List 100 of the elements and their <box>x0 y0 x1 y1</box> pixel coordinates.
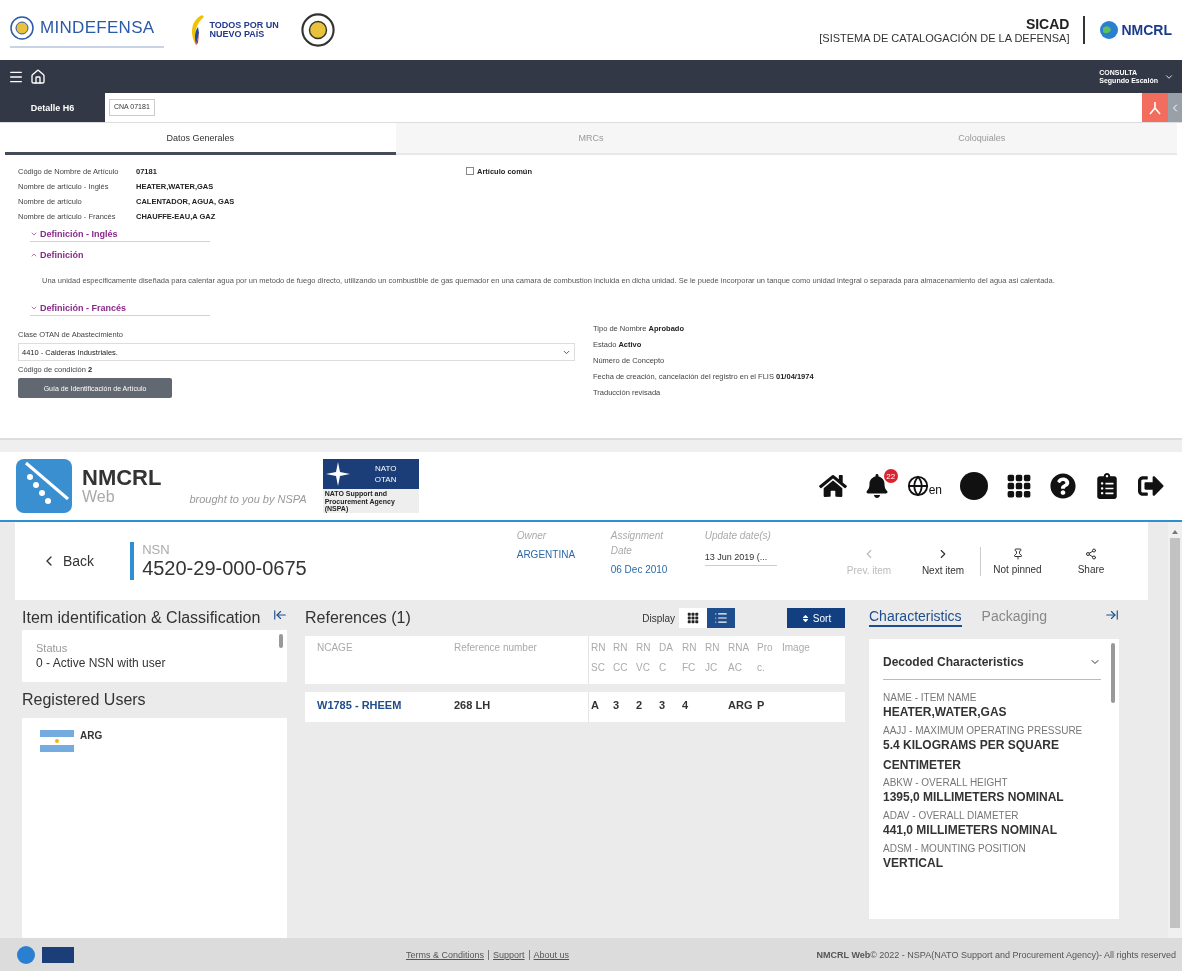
globe-icon <box>1099 20 1120 40</box>
pin-icon <box>1011 547 1024 560</box>
table-cell-text: 2 <box>635 698 644 713</box>
characteristic-name: AAJJ - MAXIMUM OPERATING PRESSURE <box>883 724 1084 736</box>
tagline: brought to you by NSPA <box>189 493 307 505</box>
update-date-select[interactable]: 13 Jun 2019 (... <box>704 549 777 566</box>
column-header: NCAGE <box>316 641 354 655</box>
column-header: RNFC <box>681 641 698 675</box>
collapse-icon[interactable] <box>1105 608 1119 622</box>
collapse-icon[interactable] <box>273 608 287 622</box>
ncage-link[interactable]: W1785 - RHEEM <box>305 692 452 722</box>
characteristic-name: ADAV - OVERALL DIAMETER <box>883 810 1020 822</box>
emblem-icon <box>10 16 34 40</box>
column-header: Reference number <box>453 641 538 655</box>
column-header: RNAAC <box>727 641 751 675</box>
column-header: Image <box>781 641 811 655</box>
meta-label: Update date(s) <box>704 529 772 543</box>
help-icon[interactable] <box>1050 473 1076 499</box>
apps-grid-icon[interactable] <box>1006 473 1032 499</box>
table-cell-text: ARG <box>727 698 754 713</box>
brand-subtitle: Web <box>82 489 116 505</box>
column-header: RNCC <box>612 641 629 675</box>
nmcrl-logo-icon <box>16 459 72 513</box>
grid-icon <box>687 612 699 624</box>
copyright-text: NMCRL Web© 2022 - NSPA(NATO Support and Procurement Agency)- All rights reserved <box>816 949 1176 960</box>
pdf-icon <box>1148 100 1162 115</box>
circle-icon[interactable] <box>960 472 988 500</box>
detail-label: Detalle H6 <box>0 93 105 122</box>
flag-icon <box>40 730 74 752</box>
back-button[interactable]: Back <box>35 552 101 570</box>
home-icon[interactable] <box>818 472 847 500</box>
panel-title: Item identification & Classification <box>22 608 261 628</box>
chevron-down-icon <box>30 230 38 238</box>
characteristic-value: HEATER,WATER,GAS <box>883 704 1008 721</box>
scroll-up-icon[interactable] <box>1172 530 1178 534</box>
scrollbar <box>1111 643 1115 703</box>
user-code: ARG <box>80 730 103 741</box>
system-subtitle: [SISTEMA DE CATALOGACIÓN DE LA DEFENSA] <box>819 32 1070 44</box>
next-button[interactable]: Next item <box>906 545 980 577</box>
list-icon <box>714 611 728 625</box>
sort-icon <box>800 613 810 623</box>
tab[interactable]: Characteristics <box>869 608 962 627</box>
characteristic-value: 441,0 MILLIMETERS NOMINAL <box>883 822 1059 840</box>
characteristics-header[interactable]: Decoded Characteristics <box>883 651 1101 680</box>
section-header[interactable]: Definición - Inglés <box>30 229 210 242</box>
meta-value: ARGENTINA <box>516 549 577 560</box>
table-cell-text: 268 LH <box>453 698 492 713</box>
chevron-down-icon <box>30 304 38 312</box>
ministry-name: MINDEFENSA <box>40 18 155 38</box>
seal-icon <box>300 13 335 47</box>
chevron-up-icon <box>30 251 38 259</box>
characteristic-value: 1395,0 MILLIMETERS NOMINAL <box>883 789 1065 807</box>
share-button[interactable]: Share <box>1054 546 1128 576</box>
panel-title: Registered Users <box>22 690 147 710</box>
footer-link[interactable]: About us <box>528 949 570 960</box>
status-label: Status <box>36 642 69 654</box>
home-icon[interactable] <box>30 68 46 85</box>
footer-link[interactable]: Support <box>488 949 525 960</box>
panel-title: References (1) <box>305 608 411 628</box>
column-header: Proc. <box>756 641 774 675</box>
table-cell: A <box>588 692 611 722</box>
partner-name: NMCRL <box>1121 22 1172 38</box>
clipboard-icon[interactable] <box>1094 473 1120 499</box>
sort-button[interactable]: Sort <box>787 608 845 628</box>
globe-icon <box>906 475 929 497</box>
scrollbar <box>279 634 283 648</box>
system-title: SICAD <box>1025 16 1070 32</box>
column-header: RNJC <box>704 641 721 675</box>
pin-button[interactable]: Not pinned <box>980 546 1054 576</box>
campaign-text: TODOS POR UN <box>209 20 279 30</box>
notification-badge: 22 <box>883 469 898 483</box>
language-button[interactable]: en <box>906 475 942 497</box>
table-cell-text: 4 <box>681 698 690 713</box>
nato-text: NATO <box>374 464 397 473</box>
meta-value: 06 Dec 2010 <box>610 564 669 575</box>
list-view-button[interactable] <box>707 608 735 628</box>
nsn-label: NSN <box>142 542 171 557</box>
status-value: 0 - Active NSN with user <box>36 656 167 670</box>
brand-name: NMCRL <box>82 467 162 489</box>
footer-logo-icon <box>16 944 76 965</box>
meta-label: Assignment Date <box>610 529 665 558</box>
nato-text: OTAN <box>374 475 397 484</box>
checkbox[interactable] <box>466 167 474 175</box>
section-header[interactable]: Definición - Francés <box>30 303 210 316</box>
section-header[interactable]: Definición <box>30 250 210 262</box>
characteristic-name: ABKW - OVERALL HEIGHT <box>883 777 1009 789</box>
scrollbar-thumb[interactable] <box>1170 538 1180 928</box>
characteristic-name: NAME - ITEM NAME <box>883 692 978 703</box>
grid-view-button[interactable] <box>679 608 707 628</box>
characteristic-value: 5.4 KILOGRAMS PER SQUARE CENTIMETER <box>883 736 1061 774</box>
campaign-text: NUEVO PAÍS <box>209 30 266 40</box>
nsn-number: 4520-29-000-0675 <box>142 557 307 580</box>
characteristic-name: ADSM - MOUNTING POSITION <box>883 843 1027 854</box>
logout-icon[interactable] <box>1138 473 1164 499</box>
column-header: DAC <box>658 641 674 675</box>
column-header: RNSC <box>588 636 611 684</box>
pdf-button[interactable] <box>1142 93 1168 122</box>
footer-link[interactable]: Terms & Conditions <box>406 949 485 960</box>
share-icon <box>1085 547 1097 560</box>
meta-label: Owner <box>516 529 548 543</box>
